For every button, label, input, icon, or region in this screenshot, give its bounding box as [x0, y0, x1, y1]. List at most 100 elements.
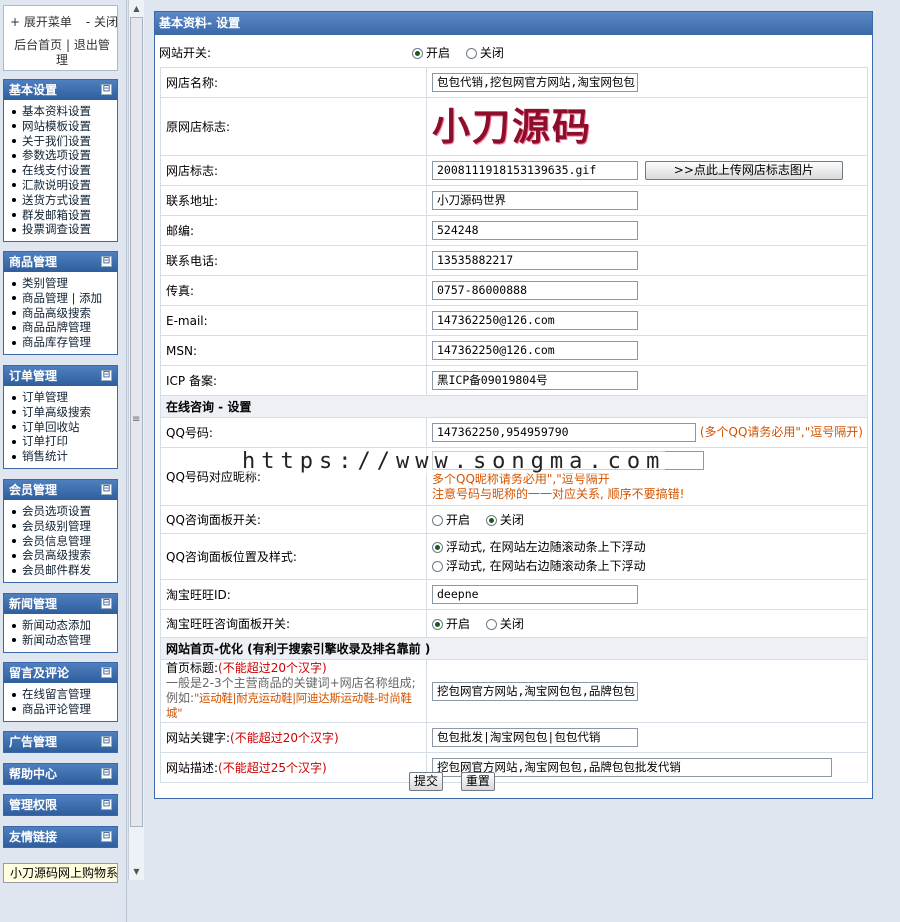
menu-item-label[interactable]: 会员选项设置 [22, 504, 91, 518]
menu-item[interactable]: 商品库存管理 [12, 335, 117, 350]
menu-section-header[interactable]: 基本设置 ⊟ [4, 80, 117, 100]
menu-item-label[interactable]: 商品评论管理 [22, 702, 91, 716]
menu-section-header[interactable]: 新闻管理 ⊟ [4, 594, 117, 614]
menu-item-label[interactable]: 在线留言管理 [22, 687, 91, 701]
email-input[interactable]: 147362250@126.com [432, 311, 638, 330]
menu-section-title[interactable]: 留言及评论 [9, 666, 69, 680]
fax-input[interactable]: 0757-86000888 [432, 281, 638, 300]
collapse-toggle-icon[interactable]: ⊟ [101, 84, 112, 95]
close-menu-link[interactable]: - 关闭 [86, 15, 118, 29]
menu-section-title[interactable]: 广告管理 [9, 735, 57, 749]
menu-item-label[interactable]: 在线支付设置 [22, 163, 91, 177]
menu-item[interactable]: 会员级别管理 [12, 519, 117, 534]
menu-item-label[interactable]: 商品库存管理 [22, 335, 91, 349]
menu-item-label[interactable]: 网站模板设置 [22, 119, 91, 133]
menu-section-header[interactable]: 商品管理 ⊟ [4, 252, 117, 272]
shop-name-input[interactable]: 包包代销,挖包网官方网站,淘宝网包包 [432, 73, 638, 92]
upload-logo-button[interactable]: >>点此上传网店标志图片 [644, 161, 843, 180]
collapse-toggle-icon[interactable]: ⊟ [101, 667, 112, 678]
menu-item[interactable]: 会员邮件群发 [12, 563, 117, 578]
radio-checked-icon[interactable] [432, 619, 443, 630]
menu-item-label[interactable]: 会员级别管理 [22, 519, 91, 533]
collapse-toggle-icon[interactable]: ⊟ [101, 831, 112, 842]
radio-unchecked-icon[interactable] [432, 560, 443, 572]
keywords-input[interactable]: 包包批发|淘宝网包包|包包代销 [432, 728, 638, 747]
menu-item[interactable]: 商品评论管理 [12, 702, 117, 717]
menu-item[interactable]: 商品品牌管理 [12, 320, 117, 335]
menu-item[interactable]: 会员选项设置 [12, 504, 117, 519]
menu-item-label[interactable]: 汇款说明设置 [22, 178, 91, 192]
scroll-down-arrow-icon[interactable]: ▼ [130, 864, 143, 879]
menu-section-header[interactable]: 友情链接 ⊟ [4, 827, 117, 847]
menu-item[interactable]: 参数选项设置 [12, 148, 117, 163]
menu-item[interactable]: 会员高级搜索 [12, 548, 117, 563]
menu-item[interactable]: 关于我们设置 [12, 134, 117, 149]
menu-item[interactable]: 订单回收站 [12, 420, 117, 435]
menu-item-label[interactable]: 会员高级搜索 [22, 548, 91, 562]
menu-item-label[interactable]: 商品高级搜索 [22, 306, 91, 320]
submit-button[interactable]: 提交 [409, 772, 443, 791]
menu-item[interactable]: 在线留言管理 [12, 687, 117, 702]
menu-item-label[interactable]: 投票调查设置 [22, 222, 91, 236]
panel-switch-off[interactable]: 关闭 [485, 513, 524, 527]
radio-unchecked-icon[interactable] [465, 48, 477, 59]
menu-section-title[interactable]: 帮助中心 [9, 767, 57, 781]
menu-item-label[interactable]: 订单打印 [22, 434, 68, 448]
collapse-toggle-icon[interactable]: ⊟ [101, 598, 112, 609]
radio-checked-icon[interactable] [432, 541, 443, 553]
panel-pos-left[interactable]: 浮动式, 在网站左边随滚动条上下浮动 [432, 540, 646, 554]
menu-item-label[interactable]: 会员邮件群发 [22, 563, 91, 577]
menu-item-label[interactable]: 类别管理 [22, 276, 68, 290]
menu-item-label[interactable]: 订单回收站 [22, 420, 80, 434]
menu-item[interactable]: 销售统计 [12, 449, 117, 464]
menu-section-title[interactable]: 新闻管理 [9, 597, 57, 611]
menu-item[interactable]: 类别管理 [12, 276, 117, 291]
panel-switch-on[interactable]: 开启 [432, 513, 470, 527]
menu-section-header[interactable]: 留言及评论 ⊟ [4, 663, 117, 683]
site-switch-off[interactable]: 关闭 [465, 46, 504, 60]
phone-input[interactable]: 13535882217 [432, 251, 638, 270]
radio-unchecked-icon[interactable] [432, 515, 443, 526]
menu-item-label[interactable]: 新闻动态添加 [22, 618, 91, 632]
wangwang-switch-on[interactable]: 开启 [432, 617, 470, 631]
expand-menu-link[interactable]: + 展开菜单 [10, 15, 72, 29]
zip-input[interactable]: 524248 [432, 221, 638, 240]
menu-item[interactable]: 订单高级搜索 [12, 405, 117, 420]
menu-section-title[interactable]: 友情链接 [9, 830, 57, 844]
menu-item[interactable]: 新闻动态管理 [12, 633, 117, 648]
menu-section-title[interactable]: 基本设置 [9, 83, 57, 97]
logout-link[interactable]: 退出管理 [56, 38, 110, 67]
collapse-toggle-icon[interactable]: ⊟ [101, 736, 112, 747]
menu-section-header[interactable]: 帮助中心 ⊟ [4, 764, 117, 784]
collapse-toggle-icon[interactable]: ⊟ [101, 768, 112, 779]
menu-item[interactable]: 在线支付设置 [12, 163, 117, 178]
collapse-toggle-icon[interactable]: ⊟ [101, 370, 112, 381]
menu-item-label[interactable]: 订单管理 [22, 390, 68, 404]
menu-item-label[interactable]: 新闻动态管理 [22, 633, 91, 647]
menu-item[interactable]: 新闻动态添加 [12, 618, 117, 633]
address-input[interactable]: 小刀源码世界 [432, 191, 638, 210]
menu-section-header[interactable]: 会员管理 ⊟ [4, 480, 117, 500]
menu-item[interactable]: 汇款说明设置 [12, 178, 117, 193]
menu-item[interactable]: 网站模板设置 [12, 119, 117, 134]
collapse-toggle-icon[interactable]: ⊟ [101, 256, 112, 267]
menu-item[interactable]: 订单管理 [12, 390, 117, 405]
collapse-toggle-icon[interactable]: ⊟ [101, 484, 112, 495]
msn-input[interactable]: 147362250@126.com [432, 341, 638, 360]
menu-item-label[interactable]: 群发邮箱设置 [22, 208, 91, 222]
menu-section-header[interactable]: 广告管理 ⊟ [4, 732, 117, 752]
wangwang-switch-off[interactable]: 关闭 [485, 617, 524, 631]
menu-item-label[interactable]: 商品品牌管理 [22, 320, 91, 334]
menu-item-label[interactable]: 商品管理 | 添加 [22, 291, 102, 305]
radio-checked-icon[interactable] [485, 515, 497, 526]
seo-title-input[interactable]: 挖包网官方网站,淘宝网包包,品牌包包 [432, 681, 638, 701]
menu-item-label[interactable]: 销售统计 [22, 449, 68, 463]
menu-item-label[interactable]: 送货方式设置 [22, 193, 91, 207]
reset-button[interactable]: 重置 [460, 772, 495, 791]
menu-section-title[interactable]: 管理权限 [9, 798, 57, 812]
menu-section-header[interactable]: 订单管理 ⊟ [4, 366, 117, 386]
menu-item-label[interactable]: 会员信息管理 [22, 534, 91, 548]
radio-unchecked-icon[interactable] [485, 619, 497, 630]
menu-section-title[interactable]: 会员管理 [9, 483, 57, 497]
panel-pos-right[interactable]: 浮动式, 在网站右边随滚动条上下浮动 [432, 559, 646, 573]
